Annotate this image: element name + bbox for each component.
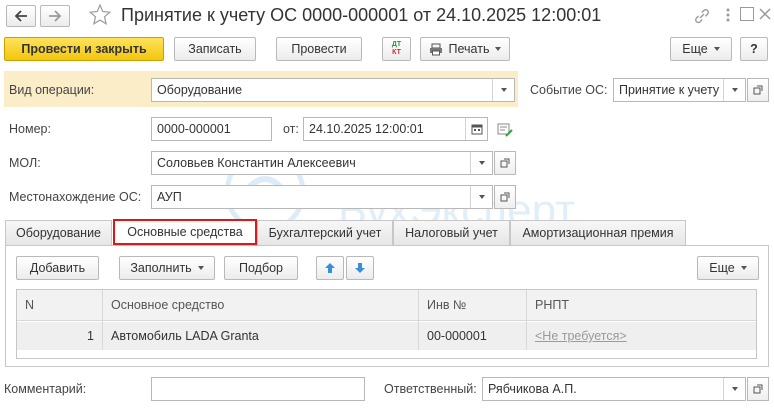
more-button[interactable]: Еще bbox=[670, 37, 732, 61]
arrow-down-icon bbox=[355, 263, 365, 273]
table-more-button[interactable]: Еще bbox=[697, 256, 759, 280]
kt-label: КТ bbox=[392, 49, 401, 56]
chevron-down-icon bbox=[495, 47, 502, 51]
chevron-down-icon bbox=[478, 195, 485, 199]
chevron-down-icon bbox=[197, 266, 204, 270]
more-vertical-icon[interactable] bbox=[722, 6, 734, 24]
dt-kt-button[interactable]: ДТ КТ bbox=[382, 37, 411, 61]
date-label: от: bbox=[283, 122, 299, 136]
operation-value: Оборудование bbox=[157, 83, 243, 97]
fill-button[interactable]: Заполнить bbox=[119, 256, 215, 280]
date-value: 24.10.2025 12:00:01 bbox=[309, 122, 424, 136]
responsible-value: Рябчикова А.П. bbox=[488, 382, 577, 396]
move-up-button[interactable] bbox=[316, 256, 344, 280]
open-responsible-button[interactable] bbox=[747, 377, 769, 401]
operation-select[interactable]: Оборудование bbox=[151, 78, 515, 102]
mol-select[interactable]: Соловьев Константин Алексеевич bbox=[151, 151, 493, 175]
post-button[interactable]: Провести bbox=[276, 37, 362, 61]
fill-label: Заполнить bbox=[130, 261, 192, 275]
edit-comment-icon[interactable] bbox=[497, 122, 513, 138]
tab-depreciation-bonus[interactable]: Амортизационная премия bbox=[510, 220, 686, 245]
event-label: Событие ОС: bbox=[530, 83, 608, 97]
open-event-button[interactable] bbox=[747, 78, 769, 102]
dropdown-button[interactable] bbox=[470, 152, 492, 174]
forward-button[interactable] bbox=[40, 5, 70, 27]
responsible-select[interactable]: Рябчикова А.П. bbox=[482, 377, 746, 401]
open-mol-button[interactable] bbox=[494, 151, 516, 175]
window-title: Принятие к учету ОС 0000-000001 от 24.10… bbox=[121, 5, 602, 25]
chevron-down-icon bbox=[731, 387, 738, 391]
dropdown-button[interactable] bbox=[470, 186, 492, 208]
open-location-button[interactable] bbox=[494, 185, 516, 209]
date-input[interactable]: 24.10.2025 12:00:01 bbox=[303, 117, 488, 141]
table-row-cell-inv[interactable]: 00-000001 bbox=[419, 322, 526, 350]
arrow-left-icon bbox=[14, 10, 27, 22]
rnpt-link[interactable]: <Не требуется> bbox=[535, 329, 627, 343]
open-icon bbox=[500, 158, 510, 168]
operation-label: Вид операции: bbox=[9, 83, 95, 97]
pick-button[interactable]: Подбор bbox=[224, 256, 298, 280]
help-button[interactable]: ? bbox=[740, 37, 768, 61]
chevron-down-icon bbox=[713, 47, 720, 51]
dt-label: ДТ bbox=[391, 41, 402, 48]
print-button[interactable]: Печать bbox=[420, 37, 510, 61]
close-icon[interactable] bbox=[758, 6, 772, 22]
open-icon bbox=[500, 192, 510, 202]
dropdown-button[interactable] bbox=[723, 378, 745, 400]
event-value: Принятие к учету bbox=[619, 83, 720, 97]
post-and-close-button[interactable]: Провести и закрыть bbox=[4, 37, 164, 61]
print-label: Печать bbox=[448, 42, 490, 56]
back-button[interactable] bbox=[6, 5, 36, 27]
column-header-inv[interactable]: Инв № bbox=[419, 290, 526, 321]
link-icon[interactable] bbox=[693, 7, 711, 25]
arrow-right-icon bbox=[49, 10, 62, 22]
number-input[interactable]: 0000-000001 bbox=[151, 117, 272, 141]
tab-accounting[interactable]: Бухгалтерский учет bbox=[257, 220, 393, 245]
event-select[interactable]: Принятие к учету bbox=[613, 78, 746, 102]
table-more-label: Еще bbox=[709, 261, 735, 275]
location-value: АУП bbox=[157, 190, 182, 204]
table-row-cell-n[interactable]: 1 bbox=[17, 322, 102, 350]
mol-label: МОЛ: bbox=[9, 156, 41, 170]
calendar-icon bbox=[471, 124, 482, 135]
number-label: Номер: bbox=[9, 122, 51, 136]
add-button[interactable]: Добавить bbox=[16, 256, 99, 280]
location-select[interactable]: АУП bbox=[151, 185, 493, 209]
column-header-rnpt[interactable]: РНПТ bbox=[527, 290, 756, 321]
more-label: Еще bbox=[682, 42, 708, 56]
dropdown-button[interactable] bbox=[492, 79, 514, 101]
table-row-cell-asset[interactable]: Автомобиль LADA Granta bbox=[103, 322, 418, 350]
arrow-up-icon bbox=[325, 263, 335, 273]
favorite-star-icon[interactable] bbox=[88, 3, 112, 27]
open-icon bbox=[753, 384, 763, 394]
comment-label: Комментарий: bbox=[4, 382, 87, 396]
chevron-down-icon bbox=[740, 266, 747, 270]
open-icon bbox=[753, 85, 763, 95]
chevron-down-icon bbox=[478, 161, 485, 165]
column-header-asset[interactable]: Основное средство bbox=[103, 290, 418, 321]
printer-icon bbox=[429, 43, 442, 55]
table-row-cell-rnpt[interactable]: <Не требуется> bbox=[527, 322, 756, 350]
mol-value: Соловьев Константин Алексеевич bbox=[157, 156, 356, 170]
calendar-button[interactable] bbox=[465, 118, 487, 140]
tab-equipment[interactable]: Оборудование bbox=[5, 220, 112, 245]
comment-input[interactable] bbox=[151, 377, 365, 401]
dropdown-button[interactable] bbox=[723, 79, 745, 101]
maximize-icon[interactable] bbox=[740, 7, 754, 21]
chevron-down-icon bbox=[731, 88, 738, 92]
move-down-button[interactable] bbox=[346, 256, 374, 280]
tab-tax-accounting[interactable]: Налоговый учет bbox=[393, 220, 510, 245]
location-label: Местонахождение ОС: bbox=[9, 190, 142, 204]
chevron-down-icon bbox=[500, 88, 507, 92]
tab-fixed-assets[interactable]: Основные средства bbox=[113, 219, 257, 245]
column-header-n[interactable]: N bbox=[17, 290, 102, 321]
responsible-label: Ответственный: bbox=[384, 382, 477, 396]
save-button[interactable]: Записать bbox=[174, 37, 256, 61]
